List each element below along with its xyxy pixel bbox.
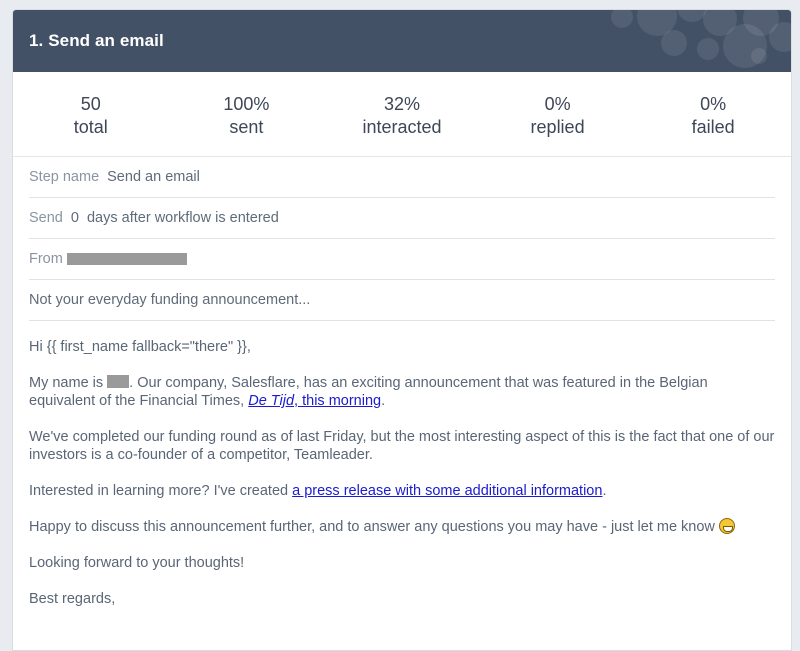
- stat-value: 50: [80, 94, 101, 114]
- link-italic-text: De Tijd: [248, 393, 295, 409]
- text: Interested in learning more? I've create…: [29, 483, 293, 499]
- stat-value: 0%: [700, 94, 727, 114]
- link-text: , this morning: [294, 393, 382, 409]
- email-paragraph: My name is . Our company, Salesflare, ha…: [29, 374, 775, 410]
- stat-label: replied: [530, 117, 585, 137]
- stat-label: total: [73, 117, 108, 137]
- decorative-dot: [661, 30, 687, 56]
- send-delay-value: 0 days after workflow is entered: [70, 210, 279, 226]
- email-signoff: Best regards,: [29, 591, 116, 607]
- email-paragraph: Happy to discuss this announcement furth…: [29, 518, 775, 536]
- email-greeting: Hi {{ first_name fallback="there" }},: [29, 339, 251, 355]
- stat-label: sent: [229, 117, 264, 137]
- stat-total: 50 total: [13, 72, 169, 156]
- subject-field: Not your everyday funding announcement..…: [29, 280, 775, 321]
- grinning-emoji-icon: [718, 518, 735, 534]
- stat-interacted: 32% interacted: [324, 72, 480, 156]
- stat-value: 32%: [383, 94, 420, 114]
- subject-value: Not your everyday funding announcement..…: [29, 292, 311, 308]
- stat-label: failed: [691, 117, 735, 137]
- stat-sent: 100% sent: [169, 72, 325, 156]
- email-step-card: 1. Send an email 50 total 100% sent 32% …: [12, 9, 792, 651]
- decorative-dot: [751, 48, 767, 64]
- decorative-dot: [769, 22, 791, 52]
- text: My name is: [29, 375, 108, 391]
- redacted-name: [107, 375, 130, 388]
- email-paragraph: Looking forward to your thoughts!: [29, 555, 245, 571]
- step-header[interactable]: 1. Send an email: [13, 10, 791, 72]
- text: .: [602, 483, 607, 499]
- de-tijd-link[interactable]: De Tijd, this morning: [248, 393, 381, 409]
- send-label: Send: [29, 210, 63, 226]
- stat-failed: 0% failed: [635, 72, 791, 156]
- email-paragraph: Interested in learning more? I've create…: [29, 482, 775, 500]
- text: Happy to discuss this announcement furth…: [29, 519, 719, 535]
- stat-value: 0%: [544, 94, 571, 114]
- redacted-sender: [66, 253, 187, 265]
- stat-label: interacted: [362, 117, 442, 137]
- step-name-field: Step name Send an email: [29, 157, 775, 198]
- step-title: 1. Send an email: [29, 31, 164, 50]
- decorative-dot: [697, 38, 719, 60]
- step-name-label: Step name: [29, 169, 100, 185]
- email-paragraph: We've completed our funding round as of …: [29, 429, 775, 463]
- from-field: From: [29, 239, 775, 280]
- stat-replied: 0% replied: [480, 72, 636, 156]
- step-name-value: Send an email: [107, 169, 200, 185]
- press-release-link[interactable]: a press release with some additional inf…: [292, 483, 602, 499]
- stats-bar: 50 total 100% sent 32% interacted 0% rep…: [13, 72, 791, 157]
- stat-value: 100%: [223, 94, 270, 114]
- email-body: Hi {{ first_name fallback="there" }}, My…: [29, 321, 775, 608]
- decorative-dot: [611, 10, 633, 28]
- text: .: [381, 393, 386, 409]
- send-delay-field: Send 0 days after workflow is entered: [29, 198, 775, 239]
- from-label: From: [29, 251, 63, 267]
